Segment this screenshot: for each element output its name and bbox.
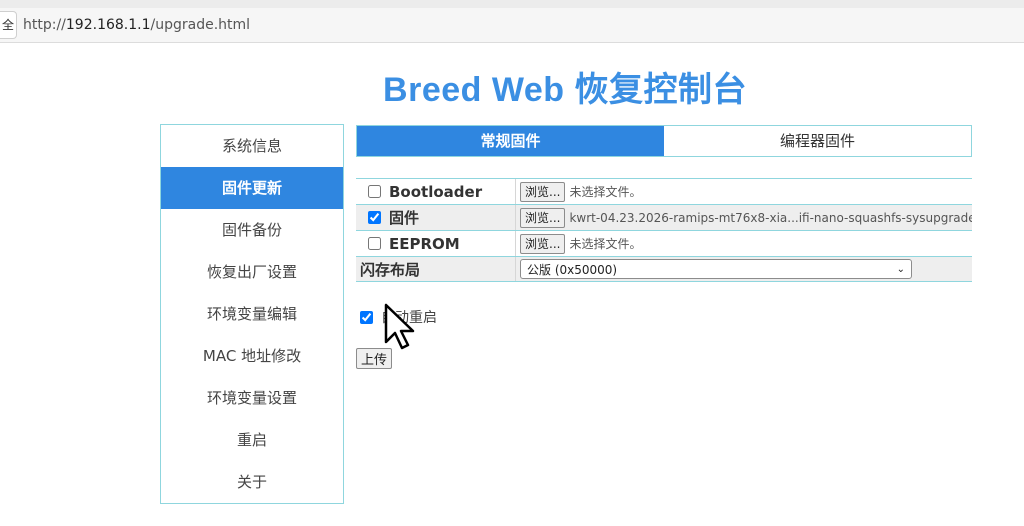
firmware-label-cell: 固件 (356, 205, 516, 230)
sidebar-item-firmware-update[interactable]: 固件更新 (161, 167, 343, 209)
eeprom-row: EEPROM 浏览... 未选择文件。 (356, 230, 972, 256)
bootloader-checkbox[interactable] (368, 185, 381, 198)
firmware-file-cell: 浏览... kwrt-04.23.2026-ramips-mt76x8-xia.… (516, 207, 972, 228)
bootloader-file-name: 未选择文件。 (569, 185, 642, 199)
bootloader-label-cell: Bootloader (356, 179, 516, 204)
chevron-down-icon: ⌄ (896, 263, 905, 275)
eeprom-browse-button[interactable]: 浏览... (520, 233, 566, 254)
sidebar-item-about[interactable]: 关于 (161, 461, 343, 503)
url-text[interactable]: http://192.168.1.1/upgrade.html (23, 17, 250, 33)
flash-layout-cell: 公版 (0x50000) ⌄ (516, 259, 972, 279)
eeprom-file-name: 未选择文件。 (569, 237, 642, 251)
flash-layout-value: 公版 (0x50000) (527, 262, 618, 277)
sidebar-item-firmware-backup[interactable]: 固件备份 (161, 209, 343, 251)
firmware-tabs: 常规固件 编程器固件 (356, 125, 972, 157)
flash-layout-row: 闪存布局 公版 (0x50000) ⌄ (356, 256, 972, 282)
firmware-browse-button[interactable]: 浏览... (520, 207, 566, 228)
firmware-label: 固件 (389, 209, 420, 227)
mouse-cursor-icon (384, 303, 415, 350)
address-bar[interactable]: 全 http://192.168.1.1/upgrade.html (0, 8, 1024, 43)
eeprom-file-cell: 浏览... 未选择文件。 (516, 233, 972, 254)
flash-layout-label: 闪存布局 (356, 257, 516, 281)
bootloader-browse-button[interactable]: 浏览... (520, 181, 566, 202)
eeprom-label: EEPROM (389, 234, 460, 253)
security-indicator[interactable]: 全 (0, 11, 17, 39)
sidebar-item-env-edit[interactable]: 环境变量编辑 (161, 293, 343, 335)
sidebar: 系统信息 固件更新 固件备份 恢复出厂设置 环境变量编辑 MAC 地址修改 环境… (160, 124, 344, 504)
eeprom-label-cell: EEPROM (356, 231, 516, 256)
bootloader-file-cell: 浏览... 未选择文件。 (516, 181, 972, 202)
firmware-row: 固件 浏览... kwrt-04.23.2026-ramips-mt76x8-x… (356, 204, 972, 230)
page-title: Breed Web 恢复控制台 (383, 71, 747, 109)
browser-top-band (0, 0, 1024, 8)
bootloader-label: Bootloader (389, 182, 483, 201)
eeprom-checkbox[interactable] (368, 237, 381, 250)
auto-reboot-checkbox[interactable] (360, 310, 373, 324)
upload-button[interactable]: 上传 (356, 348, 393, 369)
sidebar-item-mac-edit[interactable]: MAC 地址修改 (161, 335, 343, 377)
sidebar-item-reboot[interactable]: 重启 (161, 419, 343, 461)
sidebar-item-system-info[interactable]: 系统信息 (161, 125, 343, 167)
sidebar-item-env-settings[interactable]: 环境变量设置 (161, 377, 343, 419)
firmware-file-name: kwrt-04.23.2026-ramips-mt76x8-xia...ifi-… (569, 210, 972, 225)
bootloader-row: Bootloader 浏览... 未选择文件。 (356, 178, 972, 204)
flash-layout-select[interactable]: 公版 (0x50000) ⌄ (520, 259, 912, 279)
upgrade-form: Bootloader 浏览... 未选择文件。 固件 浏览... kwrt-04… (356, 178, 972, 282)
tab-programmer-firmware[interactable]: 编程器固件 (664, 126, 971, 156)
firmware-checkbox[interactable] (368, 211, 381, 224)
sidebar-item-factory-reset[interactable]: 恢复出厂设置 (161, 251, 343, 293)
tab-regular-firmware[interactable]: 常规固件 (357, 126, 664, 156)
